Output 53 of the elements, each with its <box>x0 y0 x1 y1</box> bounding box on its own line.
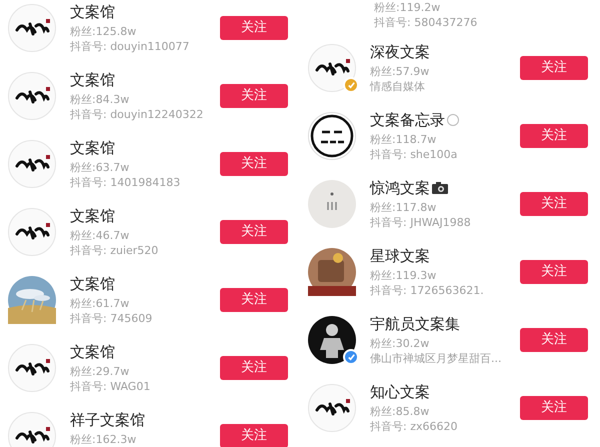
follower-count: 粉丝:119.3w <box>370 268 438 283</box>
follower-count: 粉丝:61.7w <box>70 296 130 311</box>
follow-button[interactable]: 关注 <box>220 288 288 312</box>
account-name: 文案馆 <box>70 138 115 158</box>
account-name: 星球文案 <box>370 246 430 266</box>
follow-button[interactable]: 关注 <box>220 16 288 40</box>
follow-button[interactable]: 关注 <box>220 220 288 244</box>
follow-button[interactable]: 关注 <box>520 124 588 148</box>
account-name: 文案馆 <box>70 70 115 90</box>
account-name: 祥子文案馆 <box>70 410 145 430</box>
follow-button[interactable]: 关注 <box>520 328 588 352</box>
follower-count: 粉丝:30.2w <box>370 336 430 351</box>
account-id: 情感自媒体 <box>370 79 426 94</box>
follower-count: 粉丝:117.8w <box>370 200 438 215</box>
account-id: 抖音号: she100a <box>370 147 458 162</box>
follower-count: 粉丝:85.8w <box>370 404 430 419</box>
account-name: 文案馆 <box>70 274 115 294</box>
account-name: 惊鸿文案 <box>370 178 430 198</box>
follower-count: 粉丝:162.3w <box>70 432 138 447</box>
follow-button[interactable]: 关注 <box>220 152 288 176</box>
account-name: 知心文案 <box>370 382 430 402</box>
follow-button[interactable]: 关注 <box>220 356 288 380</box>
follower-count: 粉丝:57.9w <box>370 64 430 79</box>
follower-count: 粉丝:119.2w <box>374 0 442 15</box>
follower-count: 粉丝:125.8w <box>70 24 138 39</box>
account-name: 文案馆 <box>70 206 115 226</box>
account-id: 抖音号: douyin12240322 <box>70 107 204 122</box>
account-id: 抖音号: WAG01 <box>70 379 152 394</box>
follow-button[interactable]: 关注 <box>220 84 288 108</box>
account-id: 抖音号: zuier520 <box>70 243 160 258</box>
follower-count: 粉丝:46.7w <box>70 228 130 243</box>
account-name: 文案备忘录 <box>370 110 445 130</box>
account-name: 深夜文案 <box>370 42 430 62</box>
follow-button[interactable]: 关注 <box>220 424 288 447</box>
account-id: 佛山市禅城区月梦星甜百... <box>370 351 502 366</box>
follow-button[interactable]: 关注 <box>520 192 588 216</box>
account-id: 抖音号: zx66620 <box>370 419 458 434</box>
account-id: 抖音号: douyin110077 <box>70 39 190 54</box>
follow-button[interactable]: 关注 <box>520 260 588 284</box>
follower-count: 粉丝:118.7w <box>370 132 438 147</box>
follower-count: 粉丝:63.7w <box>70 160 130 175</box>
account-name: 文案馆 <box>70 342 115 362</box>
follow-button[interactable]: 关注 <box>520 396 588 420</box>
follower-count: 粉丝:29.7w <box>70 364 130 379</box>
account-id: 抖音号: 1726563621. <box>370 283 485 298</box>
account-id: 抖音号: 745609 <box>70 311 154 326</box>
account-id: 抖音号: 580437276 <box>374 15 478 30</box>
follow-button[interactable]: 关注 <box>520 56 588 80</box>
follower-count: 粉丝:84.3w <box>70 92 130 107</box>
account-id: 抖音号: 1401984183 <box>70 175 182 190</box>
account-name: 文案馆 <box>70 2 115 22</box>
account-name: 宇航员文案集 <box>370 314 460 334</box>
account-id: 抖音号: JHWAJ1988 <box>370 215 472 230</box>
